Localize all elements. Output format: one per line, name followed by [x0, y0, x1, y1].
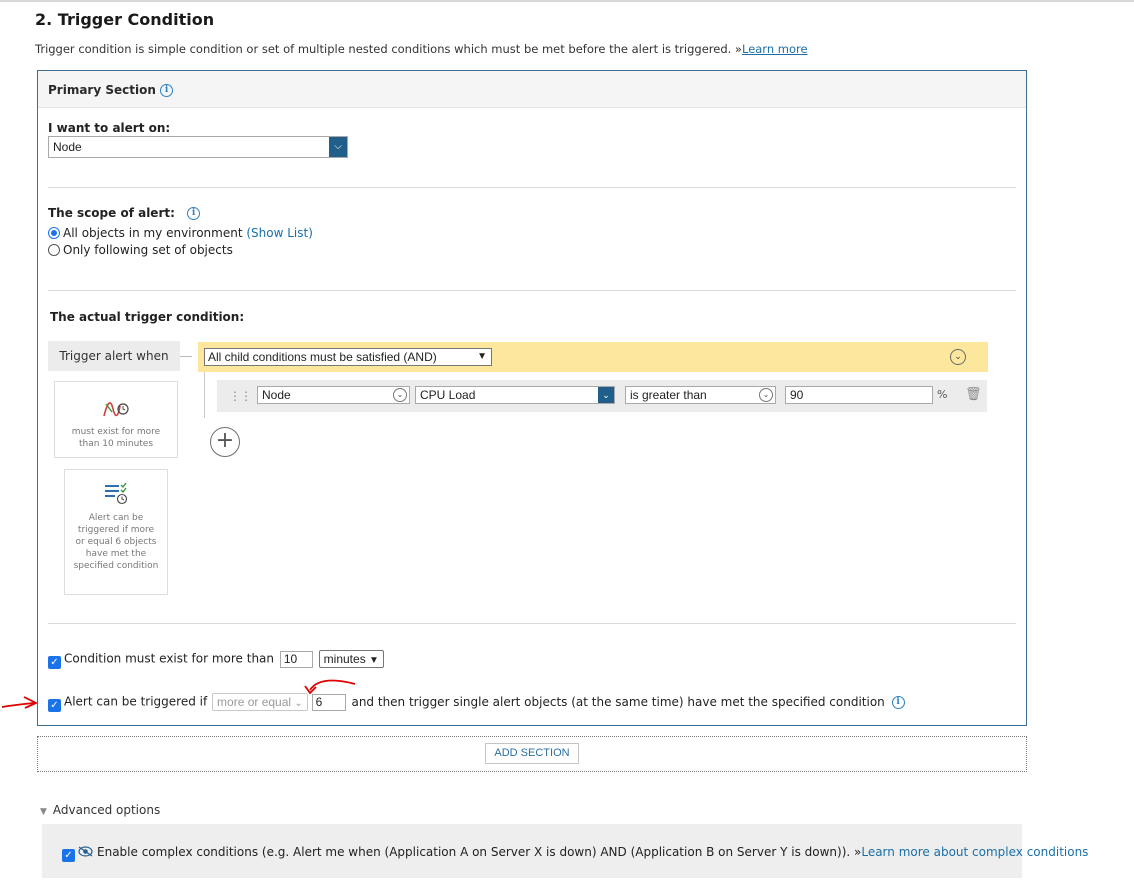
exist-value-input[interactable]: 10: [279, 650, 313, 668]
annotation-arrow-left: [1, 702, 35, 708]
scope-label: The scope of alert: i: [48, 206, 201, 220]
divider: [48, 623, 1016, 624]
alert-on-label: I want to alert on:: [48, 121, 171, 135]
scope-label-text: The scope of alert:: [48, 206, 175, 220]
section-description: Trigger condition is simple condition or…: [35, 42, 808, 56]
collapse-icon[interactable]: ⌄: [950, 349, 966, 365]
field-value: CPU Load: [420, 388, 476, 402]
primary-section-header: Primary Section i: [38, 71, 1026, 108]
operator-value: is greater than: [630, 388, 707, 402]
trigger-if-tail: and then trigger single alert objects (a…: [351, 694, 885, 709]
tree-line: [204, 372, 205, 418]
object-select[interactable]: Node ⌄: [257, 386, 410, 404]
field-select[interactable]: CPU Load ⌄: [415, 386, 615, 404]
trigger-if-option-row: ✓ Alert can be triggered if more or equal…: [48, 693, 905, 712]
scope-all-option[interactable]: All objects in my environment (Show List…: [48, 226, 313, 240]
primary-section-title: Primary Section i: [48, 83, 174, 97]
complex-conditions-row: ✓ Enable complex conditions (e.g. Alert …: [62, 845, 1088, 862]
trigger-summary-card: Alert can be triggered if more or equal …: [64, 469, 168, 595]
value-input[interactable]: 90: [785, 386, 933, 404]
trigger-if-operator-value: more or equal: [217, 695, 292, 709]
learn-more-link[interactable]: Learn more: [742, 42, 808, 56]
scope-all-label: All objects in my environment: [63, 226, 243, 240]
unit-label: %: [937, 388, 948, 401]
operator-select[interactable]: is greater than ⌄: [625, 386, 776, 404]
description-text: Trigger condition is simple condition or…: [35, 42, 742, 56]
chart-clock-icon: [103, 402, 129, 417]
exist-checkbox[interactable]: ✓: [48, 655, 61, 669]
chevron-down-icon[interactable]: ⌵: [329, 137, 347, 157]
trigger-if-operator-select[interactable]: more or equal ⌄: [212, 693, 308, 711]
chevron-down-icon: ⌄: [598, 387, 614, 403]
exist-label: Condition must exist for more than: [64, 651, 275, 666]
scope-only-option[interactable]: Only following set of objects: [48, 243, 233, 257]
info-icon[interactable]: i: [891, 695, 905, 709]
add-section-area: ADD SECTION: [37, 736, 1027, 772]
exist-card-text: must exist for more than 10 minutes: [71, 427, 161, 449]
add-condition-button[interactable]: +: [210, 427, 240, 457]
trash-icon[interactable]: 🗑: [965, 387, 982, 402]
trigger-if-value-input[interactable]: 6: [311, 693, 346, 711]
section-title: 2. Trigger Condition: [35, 10, 215, 29]
exist-option-row: ✓ Condition must exist for more than 10 m…: [48, 650, 384, 669]
trigger-if-checkbox[interactable]: ✓: [48, 698, 61, 712]
primary-section: Primary Section i I want to alert on: No…: [37, 70, 1027, 726]
trigger-when-label: Trigger alert when: [48, 341, 180, 371]
advanced-options-toggle[interactable]: ▼ Advanced options: [40, 803, 160, 817]
advanced-options-panel: ✓ Enable complex conditions (e.g. Alert …: [42, 824, 1088, 878]
and-select-value: All child conditions must be satisfied (…: [208, 350, 437, 364]
alert-on-select[interactable]: Node ⌵: [48, 136, 348, 158]
chevron-down-icon: ▼: [477, 351, 487, 362]
top-divider: [0, 0, 1134, 2]
drag-handle-icon[interactable]: ⋮⋮: [229, 389, 252, 403]
show-list-link[interactable]: (Show List): [246, 226, 313, 240]
actual-trigger-label: The actual trigger condition:: [50, 310, 245, 324]
radio-selected-icon[interactable]: [48, 227, 60, 239]
trigger-if-label: Alert can be triggered if: [64, 694, 208, 709]
primary-title-text: Primary Section: [48, 83, 156, 97]
complex-conditions-link[interactable]: Learn more about complex conditions: [861, 845, 1088, 859]
chevron-down-icon: ⌄: [294, 698, 303, 709]
and-condition-bar: All child conditions must be satisfied (…: [198, 342, 988, 372]
condition-row: ⋮⋮ Node ⌄ CPU Load ⌄ is greater than ⌄ 9…: [217, 380, 987, 412]
exist-unit-value: minutes: [323, 652, 366, 666]
advanced-options-label: Advanced options: [52, 803, 161, 817]
exist-unit-select[interactable]: minutes ▼: [318, 650, 384, 668]
radio-unselected-icon[interactable]: [48, 244, 60, 256]
divider: [48, 187, 1016, 188]
info-icon[interactable]: i: [187, 207, 201, 220]
and-select[interactable]: All child conditions must be satisfied (…: [204, 348, 492, 366]
chevron-down-icon: ⌄: [759, 388, 773, 402]
list-clock-icon: [105, 482, 128, 505]
exist-summary-card: must exist for more than 10 minutes: [54, 381, 178, 458]
complex-conditions-checkbox[interactable]: ✓: [62, 849, 75, 862]
annotation-arrowhead-left: [23, 696, 39, 709]
trigger-card-text: Alert can be triggered if more or equal …: [73, 513, 159, 571]
add-section-button[interactable]: ADD SECTION: [485, 743, 579, 764]
connector-line: [180, 356, 192, 357]
chevron-down-icon: ▼: [369, 655, 379, 666]
value-text: 90: [790, 388, 804, 402]
scope-only-label: Only following set of objects: [63, 243, 233, 257]
triangle-down-icon: ▼: [40, 807, 47, 817]
object-value: Node: [262, 388, 291, 402]
alert-on-value: Node: [53, 140, 82, 154]
divider: [48, 290, 1016, 291]
complex-conditions-text: Enable complex conditions (e.g. Alert me…: [97, 845, 862, 859]
info-icon[interactable]: i: [160, 84, 174, 97]
chevron-down-icon: ⌄: [393, 388, 407, 402]
eye-icon: [78, 846, 93, 857]
